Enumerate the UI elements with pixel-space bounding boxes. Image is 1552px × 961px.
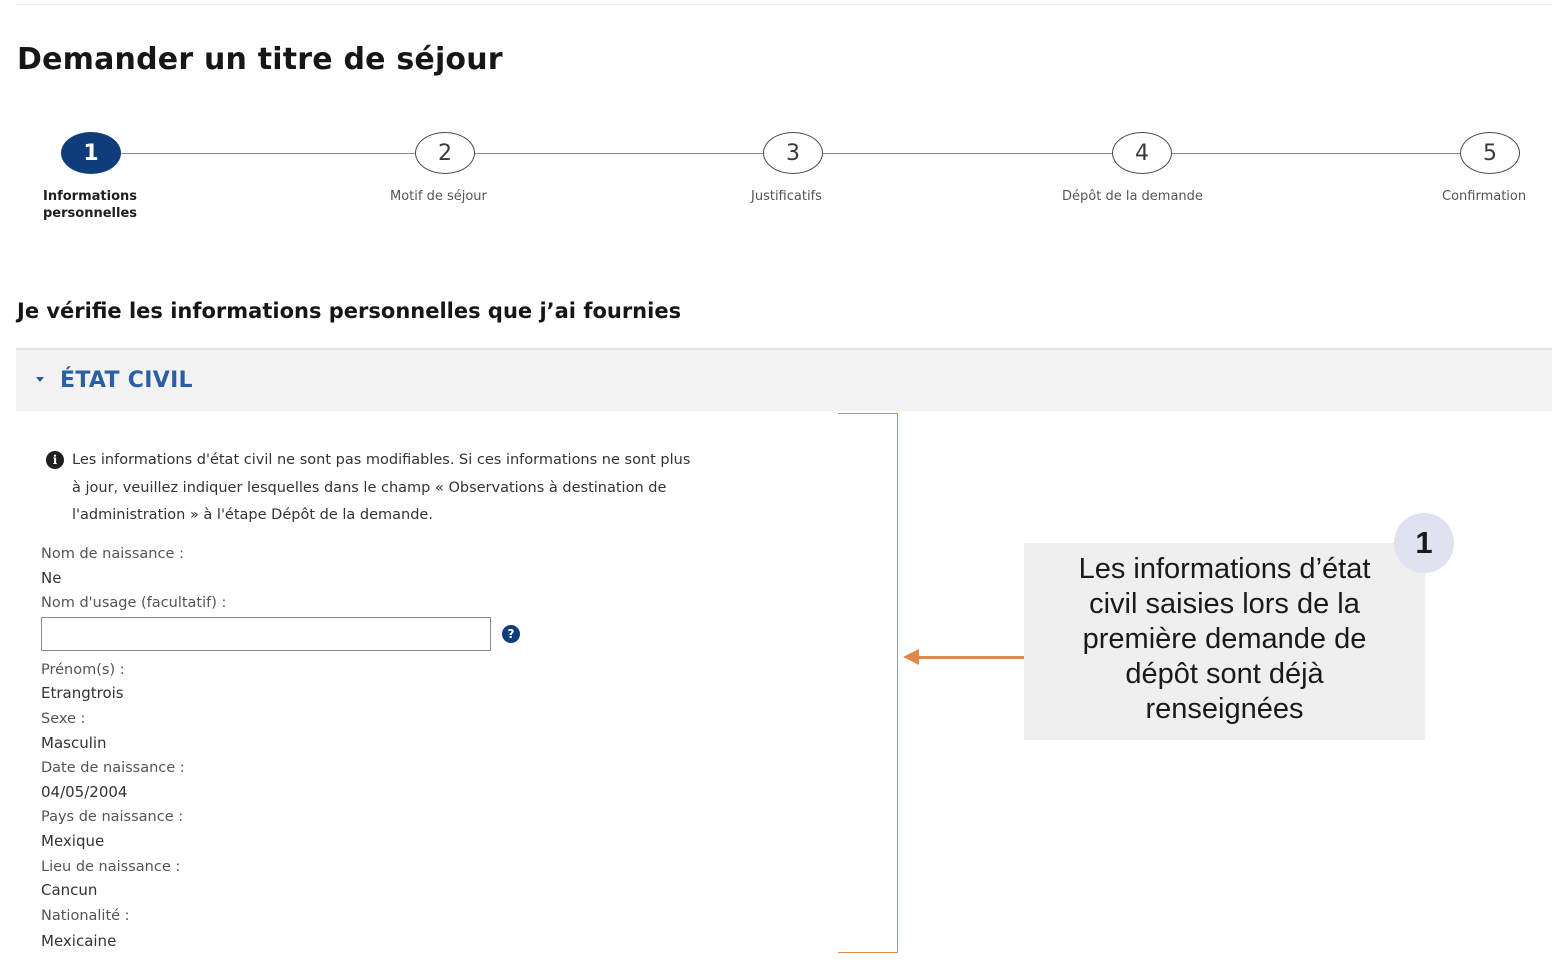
section-heading: Je vérifie les informations personnelles… <box>17 299 682 323</box>
callout-text: Les informations d’état civil saisies lo… <box>1024 552 1425 727</box>
pays-naissance-value: Mexique <box>41 832 105 850</box>
callout-line: dépôt sont déjà <box>1125 658 1324 690</box>
question-icon[interactable]: ? <box>502 625 520 643</box>
callout-line: civil saisies lors de la <box>1089 588 1360 620</box>
step-3-circle: 3 <box>763 132 823 174</box>
step-4-circle: 4 <box>1112 132 1172 174</box>
sexe-value: Masculin <box>41 734 107 752</box>
callout-line: renseignées <box>1145 693 1304 725</box>
lieu-naissance-label: Lieu de naissance : <box>41 859 181 875</box>
accordion-etat-civil[interactable] <box>16 348 1552 411</box>
nationalite-label: Nationalité : <box>41 908 130 924</box>
step-5-circle: 5 <box>1460 132 1520 174</box>
page: Demander un titre de séjour 1 2 3 4 5 In… <box>0 0 1552 961</box>
callout-line: Les informations d’état <box>1078 553 1371 585</box>
date-naissance-label: Date de naissance : <box>41 760 185 776</box>
info-line: l'administration » à l'étape Dépôt de la… <box>72 507 433 523</box>
info-line: à jour, veuillez indiquer lesquelles dan… <box>72 479 667 496</box>
info-notice: Les informations d'état civil ne sont pa… <box>72 447 842 530</box>
step-1-label: Informations personnelles <box>43 189 138 221</box>
callout-number-badge: 1 <box>1394 513 1454 573</box>
callout-arrow <box>918 656 1024 659</box>
step-1-circle[interactable]: 1 <box>61 132 121 174</box>
stepper-connector <box>823 153 1112 154</box>
nom-usage-input[interactable] <box>41 617 491 651</box>
lieu-naissance-value: Cancun <box>41 881 98 899</box>
arrow-left-icon <box>903 649 919 665</box>
page-title: Demander un titre de séjour <box>17 42 503 77</box>
annotation-bracket <box>838 413 898 953</box>
top-divider <box>16 4 1552 5</box>
accordion-title[interactable]: ÉTAT CIVIL <box>60 368 193 393</box>
prenoms-label: Prénom(s) : <box>41 662 125 678</box>
step-2-circle: 2 <box>415 132 475 174</box>
stepper-connector <box>121 153 415 154</box>
sexe-label: Sexe : <box>41 711 86 727</box>
step-5-label: Confirmation <box>1442 189 1527 204</box>
prenoms-value: Etrangtrois <box>41 684 124 702</box>
step-4-label: Dépôt de la demande <box>1062 189 1203 204</box>
date-naissance-value: 04/05/2004 <box>41 783 128 801</box>
stepper-connector <box>1172 153 1460 154</box>
step-3-label: Justificatifs <box>751 189 822 204</box>
nom-naissance-value: Ne <box>41 569 62 587</box>
nationalite-value: Mexicaine <box>41 932 117 950</box>
caret-down-icon[interactable] <box>36 377 44 382</box>
nom-naissance-label: Nom de naissance : <box>41 546 184 562</box>
step-2-label: Motif de séjour <box>390 189 487 204</box>
nom-usage-label: Nom d'usage (facultatif) : <box>41 595 227 611</box>
callout-line: première demande de <box>1082 623 1367 655</box>
pays-naissance-label: Pays de naissance : <box>41 809 184 825</box>
info-line: Les informations d'état civil ne sont pa… <box>72 452 691 468</box>
info-icon: i <box>46 451 64 469</box>
stepper-connector <box>475 153 763 154</box>
